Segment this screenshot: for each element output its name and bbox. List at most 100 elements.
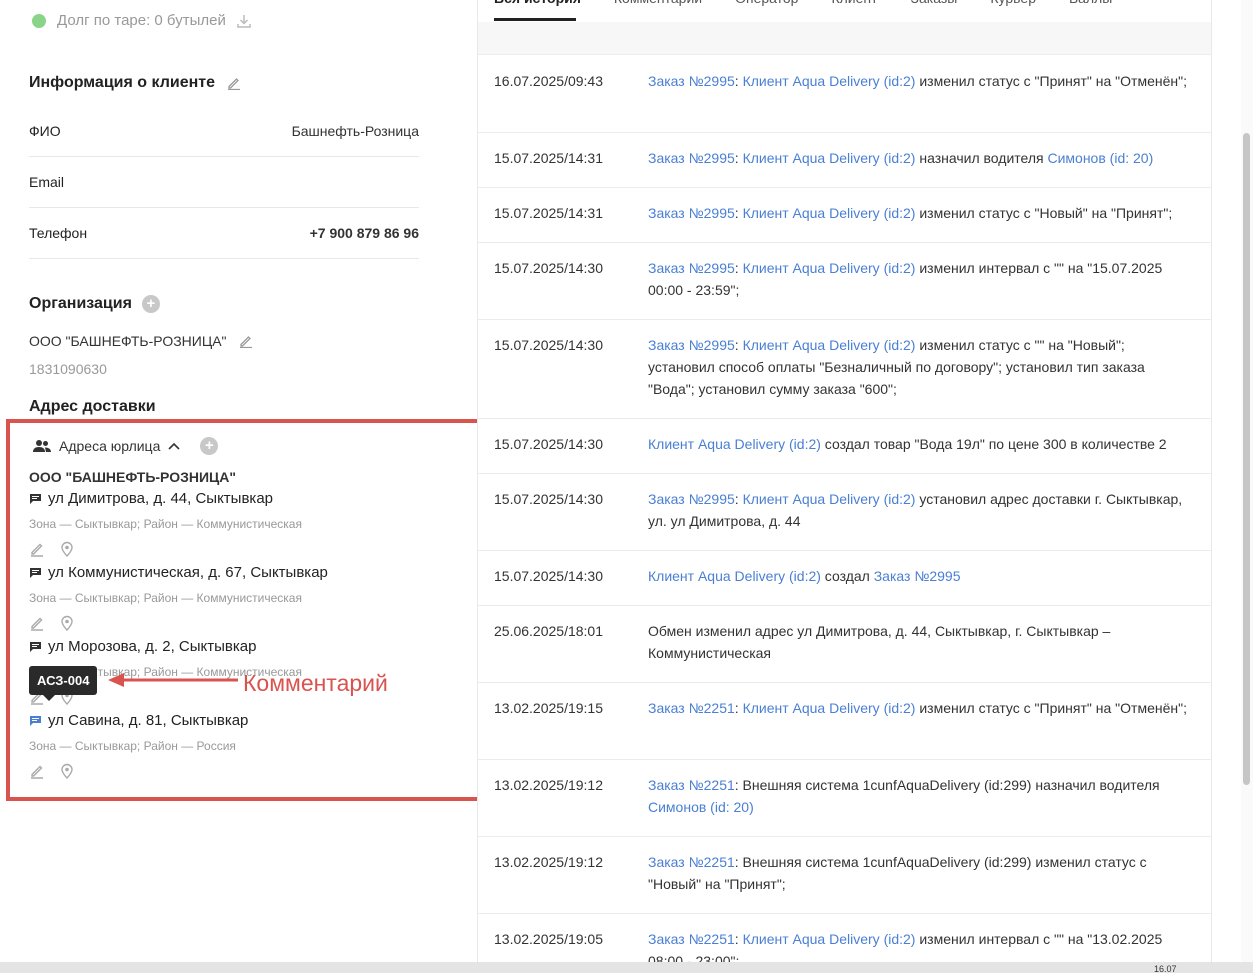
history-row: 16.07.2025/09:43 Заказ №2995: Клиент Aqua… — [478, 56, 1211, 133]
history-link[interactable]: Заказ №2995 — [874, 568, 961, 584]
tab-orders[interactable]: Заказы — [911, 0, 958, 12]
history-text: Заказ №2995: Клиент Aqua Delivery (id:2)… — [648, 488, 1188, 550]
edit-client-icon[interactable] — [227, 76, 241, 90]
org-name: ООО "БАШНЕФТЬ-РОЗНИЦА" — [29, 333, 253, 349]
history-date: 15.07.2025/14:30 — [494, 260, 603, 276]
history-row: 13.02.2025/19:15 Заказ №2251: Клиент Aqua… — [478, 683, 1211, 760]
history-text-part: : — [734, 205, 743, 221]
status-dot — [32, 13, 46, 28]
history-link[interactable]: Клиент Aqua Delivery (id:2) — [648, 436, 821, 452]
history-link[interactable]: Клиент Aqua Delivery (id:2) — [743, 205, 916, 221]
history-text: Обмен изменил адрес ул Димитрова, д. 44,… — [648, 620, 1188, 682]
history-date: 15.07.2025/14:30 — [494, 491, 603, 507]
history-text-part: Обмен изменил адрес ул Димитрова, д. 44,… — [648, 623, 1111, 661]
history-row: 15.07.2025/14:30 Заказ №2995: Клиент Aqua… — [478, 243, 1211, 320]
active-tab-indicator — [494, 18, 576, 21]
history-link[interactable]: Клиент Aqua Delivery (id:2) — [743, 491, 916, 507]
history-text-part: : — [734, 337, 743, 353]
history-date: 15.07.2025/14:31 — [494, 205, 603, 221]
history-link[interactable]: Симонов (id: 20) — [648, 799, 754, 815]
history-row: 15.07.2025/14:30 Клиент Aqua Delivery (id… — [478, 551, 1211, 606]
history-text-part: изменил статус с "Принят" на "Отменён"; — [915, 73, 1187, 89]
history-text-part: изменил статус с "Новый" на "Принят"; — [915, 205, 1173, 221]
add-organization-icon[interactable]: + — [141, 295, 160, 313]
history-link[interactable]: Заказ №2995 — [648, 150, 735, 166]
tab-all-history[interactable]: Вся история — [494, 0, 581, 12]
history-text: Заказ №2995: Клиент Aqua Delivery (id:2)… — [648, 202, 1188, 242]
history-row: 15.07.2025/14:31 Заказ №2995: Клиент Aqua… — [478, 188, 1211, 243]
history-panel: Вся история Комментарии Оператор Клиент … — [477, 0, 1212, 973]
history-text: Заказ №2251: Клиент Aqua Delivery (id:2)… — [648, 697, 1188, 759]
tab-points[interactable]: Баллы — [1069, 0, 1112, 12]
organization-title: Организация + — [29, 295, 160, 313]
history-date: 13.02.2025/19:12 — [494, 777, 603, 793]
history-text: Заказ №2995: Клиент Aqua Delivery (id:2)… — [648, 334, 1188, 418]
history-link[interactable]: Заказ №2995 — [648, 73, 735, 89]
history-text: Заказ №2995: Клиент Aqua Delivery (id:2)… — [648, 257, 1188, 319]
history-link[interactable]: Клиент Aqua Delivery (id:2) — [648, 568, 821, 584]
field-fio: ФИО Башнефть-Розница — [29, 106, 419, 157]
history-text-part: : — [734, 700, 743, 716]
history-row: 13.02.2025/19:12 Заказ №2251: Внешняя сис… — [478, 837, 1211, 914]
history-text-part: : — [734, 73, 743, 89]
tab-comments[interactable]: Комментарии — [614, 0, 702, 12]
client-panel: Долг по таре: 0 бутылей Информация о кли… — [0, 0, 511, 973]
history-link[interactable]: Заказ №2251 — [648, 931, 735, 947]
history-text-part: изменил статус с "Принят" на "Отменён"; — [915, 700, 1187, 716]
history-link[interactable]: Заказ №2251 — [648, 700, 735, 716]
horizontal-scrollbar[interactable] — [0, 962, 1253, 973]
history-date: 15.07.2025/14:30 — [494, 337, 603, 353]
history-link[interactable]: Клиент Aqua Delivery (id:2) — [743, 73, 916, 89]
history-link[interactable]: Симонов (id: 20) — [1047, 150, 1153, 166]
delivery-address-title: Адрес доставки — [29, 398, 156, 415]
history-text-part: : — [734, 260, 743, 276]
history-link[interactable]: Клиент Aqua Delivery (id:2) — [743, 931, 916, 947]
history-link[interactable]: Заказ №2995 — [648, 491, 735, 507]
history-date: 15.07.2025/14:31 — [494, 150, 603, 166]
history-link[interactable]: Заказ №2995 — [648, 260, 735, 276]
history-date: 25.06.2025/18:01 — [494, 623, 603, 639]
history-link[interactable]: Клиент Aqua Delivery (id:2) — [743, 260, 916, 276]
history-row: 25.06.2025/18:01 Обмен изменил адрес ул Д… — [478, 606, 1211, 683]
history-text-part: : — [734, 491, 743, 507]
vertical-scrollbar[interactable] — [1241, 0, 1253, 973]
history-link[interactable]: Заказ №2995 — [648, 205, 735, 221]
history-link[interactable]: Заказ №2251 — [648, 777, 735, 793]
field-phone: Телефон +7 900 879 86 96 — [29, 208, 419, 259]
annotation-label: Комментарий — [243, 670, 388, 696]
download-icon[interactable] — [236, 13, 252, 29]
tab-client[interactable]: Клиент — [831, 0, 877, 12]
history-link[interactable]: Клиент Aqua Delivery (id:2) — [743, 337, 916, 353]
history-text-part: : — [734, 150, 743, 166]
history-header — [478, 22, 1211, 55]
history-text-part: создал — [820, 568, 874, 584]
history-text-part: создал товар "Вода 19л" по цене 300 в ко… — [820, 436, 1167, 452]
history-link[interactable]: Заказ №2251 — [648, 854, 735, 870]
edit-org-icon[interactable] — [239, 334, 253, 348]
history-link[interactable]: Клиент Aqua Delivery (id:2) — [743, 700, 916, 716]
history-date: 15.07.2025/14:30 — [494, 436, 603, 452]
history-link[interactable]: Заказ №2995 — [648, 337, 735, 353]
scrollbar-thumb[interactable] — [1243, 133, 1250, 785]
history-text: Заказ №2995: Клиент Aqua Delivery (id:2)… — [648, 70, 1188, 132]
annotation-highlight-box — [6, 419, 511, 801]
history-date: 13.02.2025/19:15 — [494, 700, 603, 716]
history-text-part: : Внешняя система 1cunfAquaDelivery (id:… — [734, 777, 1160, 793]
annotation-arrow-icon — [108, 673, 238, 687]
field-email: Email — [29, 157, 419, 208]
history-row: 15.07.2025/14:30 Клиент Aqua Delivery (id… — [478, 419, 1211, 474]
tab-courier[interactable]: Курьер — [990, 0, 1036, 12]
client-info-title: Информация о клиенте — [29, 74, 241, 92]
history-text: Клиент Aqua Delivery (id:2) создал Заказ… — [648, 565, 1188, 605]
history-date: 16.07.2025/09:43 — [494, 73, 603, 89]
history-row: 15.07.2025/14:31 Заказ №2995: Клиент Aqua… — [478, 133, 1211, 188]
history-row: 15.07.2025/14:30 Заказ №2995: Клиент Aqua… — [478, 320, 1211, 419]
history-text: Заказ №2251: Внешняя система 1cunfAquaDe… — [648, 774, 1188, 836]
history-tabs: Вся история Комментарии Оператор Клиент … — [478, 0, 1211, 22]
tab-operator[interactable]: Оператор — [735, 0, 798, 12]
history-row: 15.07.2025/14:30 Заказ №2995: Клиент Aqua… — [478, 474, 1211, 551]
history-link[interactable]: Клиент Aqua Delivery (id:2) — [743, 150, 916, 166]
corner-date: 16.07 — [1154, 964, 1177, 973]
history-text-part: : — [734, 931, 743, 947]
tare-debt-text: Долг по таре: 0 бутылей — [57, 12, 226, 29]
